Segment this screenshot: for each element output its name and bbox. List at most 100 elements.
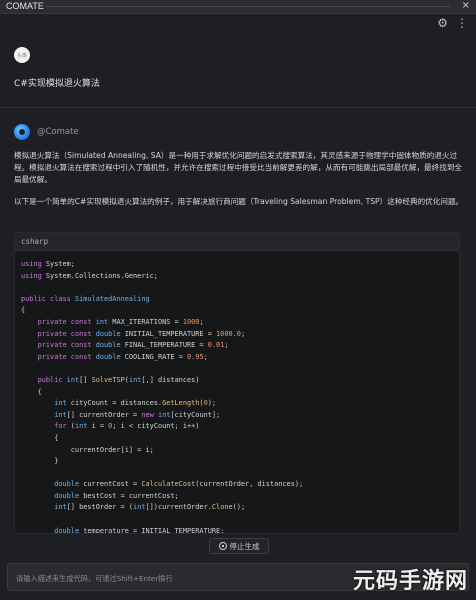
code-token: MAX_ITERATIONS = [108,317,183,326]
code-line: int[] currentOrder = new int[cityCount]; [21,410,453,422]
stop-generating-label: 停止生成 [229,541,260,551]
code-token: private const [37,329,92,338]
title-bar: COMATE × [0,0,476,14]
code-line: } [21,456,453,468]
code-token: Clone [211,503,233,512]
code-line: currentOrder[i] = i; [21,445,453,457]
code-token: (); [232,503,246,512]
code-line: { [21,433,453,445]
code-token: double [95,352,121,361]
code-line: { [21,305,453,317]
code-token: for [54,422,67,431]
code-token: int [54,410,67,419]
code-token: currentCost = [79,480,142,489]
toolbar: ⚙ ⋮ [437,17,468,29]
stop-icon [218,542,227,550]
code-token: (currentOrder, distances); [195,480,304,489]
code-line: double temperature = INITIAL_TEMPERATURE… [21,526,453,534]
code-token: FINAL_TEMPERATURE = [120,341,208,350]
code-token: ; i < cityCount; i++) [112,422,200,431]
comate-logo-icon [14,124,30,140]
code-token: int [74,422,88,431]
site-watermark: 元码手游网 [352,569,468,594]
code-line: public int[] SolveTSP(int[,] distances) [21,375,453,387]
code-token: int [157,410,171,419]
code-block: csharp using System; using System.Collect… [14,232,460,534]
more-icon[interactable]: ⋮ [456,17,468,29]
code-line: { [21,387,453,399]
code-line: private const double COOLING_RATE = 0.95… [21,352,453,364]
code-token: ; [199,317,204,326]
code-token: ; [240,329,246,338]
close-icon[interactable]: × [462,0,470,11]
code-token: [])currentOrder. [145,503,212,512]
code-body: using System; using System.Collections.Ge… [15,251,459,534]
code-token: new [141,410,154,419]
code-token: int [66,375,80,384]
code-token: private const [37,317,92,326]
code-token: [] [79,375,92,384]
code-token: int [95,317,109,326]
code-token: i = [87,422,109,431]
code-token: using [21,271,42,280]
code-token: [,] distances) [141,375,200,384]
code-token: double [54,480,80,489]
code-line: double currentCost = CalculateCost(curre… [21,479,453,491]
code-token: ); [207,399,217,408]
code-token: GetLength [162,399,200,408]
code-line: int[] bestOrder = (int[])currentOrder.Cl… [21,502,453,514]
code-token: ( [66,422,75,431]
code-line: for (int i = 0; i < cityCount; i++) [21,421,453,433]
code-language-label: csharp [15,233,459,251]
prompt-input[interactable] [14,570,344,586]
code-token: ; [203,352,208,361]
code-token: int [128,375,142,384]
code-token: private const [37,352,92,361]
code-token: double [54,491,80,500]
code-line: double bestCost = currentCost; [21,491,453,503]
comate-panel: COMATE × ⚙ ⋮ 头像 C#实现模拟退火算法 @Comate 模拟退火算… [0,0,476,600]
bot-name: @Comate [37,127,79,137]
gear-icon[interactable]: ⚙ [437,17,448,29]
stop-generating-button[interactable]: 停止生成 [209,538,269,554]
code-line: using System; [21,259,453,271]
code-line: private const double FINAL_TEMPERATURE =… [21,340,453,352]
code-line: private const int MAX_ITERATIONS = 1000; [21,317,453,329]
code-token: SolveTSP [91,375,125,384]
code-token: double [54,526,80,534]
code-token: [] bestOrder = ( [66,503,134,512]
user-avatar: 头像 [14,47,30,63]
code-token: [] currentOrder = [66,410,142,419]
code-token: double [95,341,121,350]
code-line: private const double INITIAL_TEMPERATURE… [21,329,453,341]
user-avatar-text: 头像 [16,52,27,59]
code-token: int [54,503,67,512]
answer-paragraph-1: 模拟退火算法（Simulated Annealing, SA）是一种用于求解优化… [14,151,463,184]
code-token: 1000.0 [216,329,241,338]
window-title: COMATE [6,1,44,11]
code-token: } [21,457,59,466]
code-token: ; [224,341,229,350]
code-token: INITIAL_TEMPERATURE = [120,329,217,338]
code-token: 0.95 [187,352,204,361]
code-token: temperature = INITIAL_TEMPERATURE; [79,526,225,534]
title-bar-separator [46,6,450,7]
code-token: cityCount = distances. [66,399,163,408]
code-token: SimulatedAnnealing [74,294,150,303]
code-token: [cityCount]; [170,410,221,419]
